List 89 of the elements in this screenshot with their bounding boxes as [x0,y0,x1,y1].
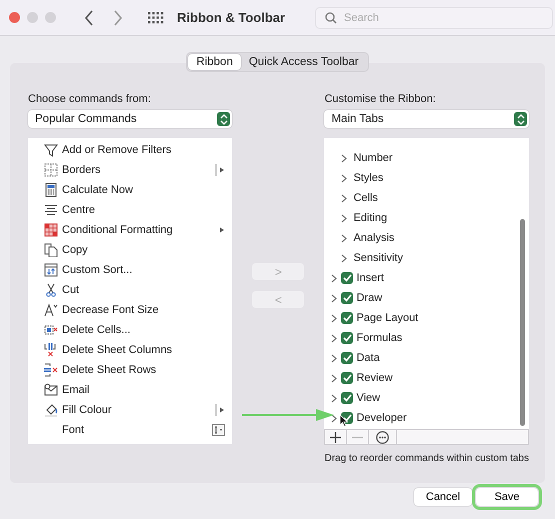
chevron-icon [341,214,348,222]
stepper-icon [514,112,527,126]
command-item[interactable]: Cut [28,280,232,300]
chevron-icon [331,354,338,362]
font-size-icon [44,303,58,317]
tree-item[interactable]: View [356,392,380,404]
scrollbar[interactable] [520,219,525,426]
checkbox[interactable] [341,272,354,284]
chevron-icon [331,314,338,322]
command-item[interactable]: Decrease Font Size [28,300,232,320]
tree-item[interactable]: Draw [356,292,382,304]
chevron-icon [331,334,338,342]
checkbox[interactable] [341,332,354,344]
ribbon-dropdown[interactable]: Main Tabs [324,110,529,128]
checkbox[interactable] [341,352,354,364]
command-item[interactable]: Centre [28,200,232,220]
command-item[interactable]: Delete Sheet Rows [28,360,232,380]
plus-icon [330,432,342,442]
chevron-icon [331,394,338,402]
chevron-icon [331,374,338,382]
field-label: Choose commands from: [28,93,152,107]
calculator-icon [44,183,58,197]
save-button[interactable]: Save [476,488,538,506]
table-icon [44,223,58,237]
chevron-icon [341,254,348,262]
font-field-icon [212,424,226,436]
search-icon [325,12,337,24]
checkbox[interactable] [341,392,354,404]
command-item[interactable]: Email [28,380,232,400]
search-field[interactable]: Search [344,12,524,24]
submenu-icon [215,404,226,416]
tree-item[interactable]: Formulas [356,332,402,344]
chevron-icon [331,294,338,302]
delete-rows-icon [44,363,58,377]
submenu-icon [215,164,226,176]
command-item[interactable]: Conditional Formatting [28,220,232,240]
commands-dropdown[interactable]: Popular Commands [28,110,232,128]
command-item[interactable]: Custom Sort... [28,260,232,280]
more-icon [376,430,390,444]
chevron-icon [341,154,348,162]
cancel-button[interactable]: Cancel [414,488,472,506]
tree-item[interactable]: Review [356,372,393,384]
chevron-icon [331,274,338,282]
command-item[interactable]: Borders [28,160,232,180]
scissors-icon [44,283,58,297]
chevron-icon [341,174,348,182]
tree-item[interactable]: Data [356,352,380,364]
back-icon[interactable] [84,10,94,26]
tab[interactable]: Quick Access Toolbar [240,54,367,70]
checkbox[interactable] [341,312,354,324]
command-item[interactable]: Fill Colour [28,400,232,420]
command-item[interactable]: Copy [28,240,232,260]
borders-icon [44,163,58,177]
copy-icon [44,243,58,257]
command-item[interactable]: Font [28,420,232,440]
delete-columns-icon [44,343,58,357]
tree-item[interactable]: Styles [353,172,384,184]
command-item[interactable]: Add or Remove Filters [28,140,232,160]
tree-item[interactable]: Number [353,152,393,164]
command-item[interactable]: Calculate Now [28,180,232,200]
search-field[interactable]: Search [315,6,553,28]
envelope-icon [44,383,58,397]
chevron-icon [341,234,348,242]
tree-item[interactable]: Sensitivity [353,252,403,264]
grid-icon[interactable] [148,12,164,24]
checkbox[interactable] [341,292,354,304]
command-item[interactable]: Delete Sheet Columns [28,340,232,360]
close-button[interactable] [9,12,20,23]
sort-icon [44,263,58,277]
chevron-icon [341,194,348,202]
tree-item[interactable]: Cells [353,192,378,204]
checkbox[interactable] [341,372,354,384]
filter-icon [44,143,58,157]
paint-bucket-icon [44,403,58,417]
arrow-icon [242,408,334,422]
tree-item[interactable]: Page Layout [356,312,418,324]
window-title: Ribbon & Toolbar [177,10,286,25]
tree-item[interactable]: Insert [356,272,384,284]
delete-cells-icon [44,323,58,337]
tree-item[interactable]: Editing [353,212,388,224]
stepper-icon [217,112,230,126]
chevron-icon [331,414,338,422]
tab[interactable]: Ribbon [188,54,241,70]
hint-text: Drag to reorder commands within custom tabs [324,453,529,464]
field-label: Customise the Ribbon: [324,93,437,107]
tree-item[interactable]: Developer [356,412,407,424]
command-item[interactable]: Delete Cells... [28,320,232,340]
tree-item[interactable]: Analysis [353,232,394,244]
align-center-icon [44,203,58,217]
